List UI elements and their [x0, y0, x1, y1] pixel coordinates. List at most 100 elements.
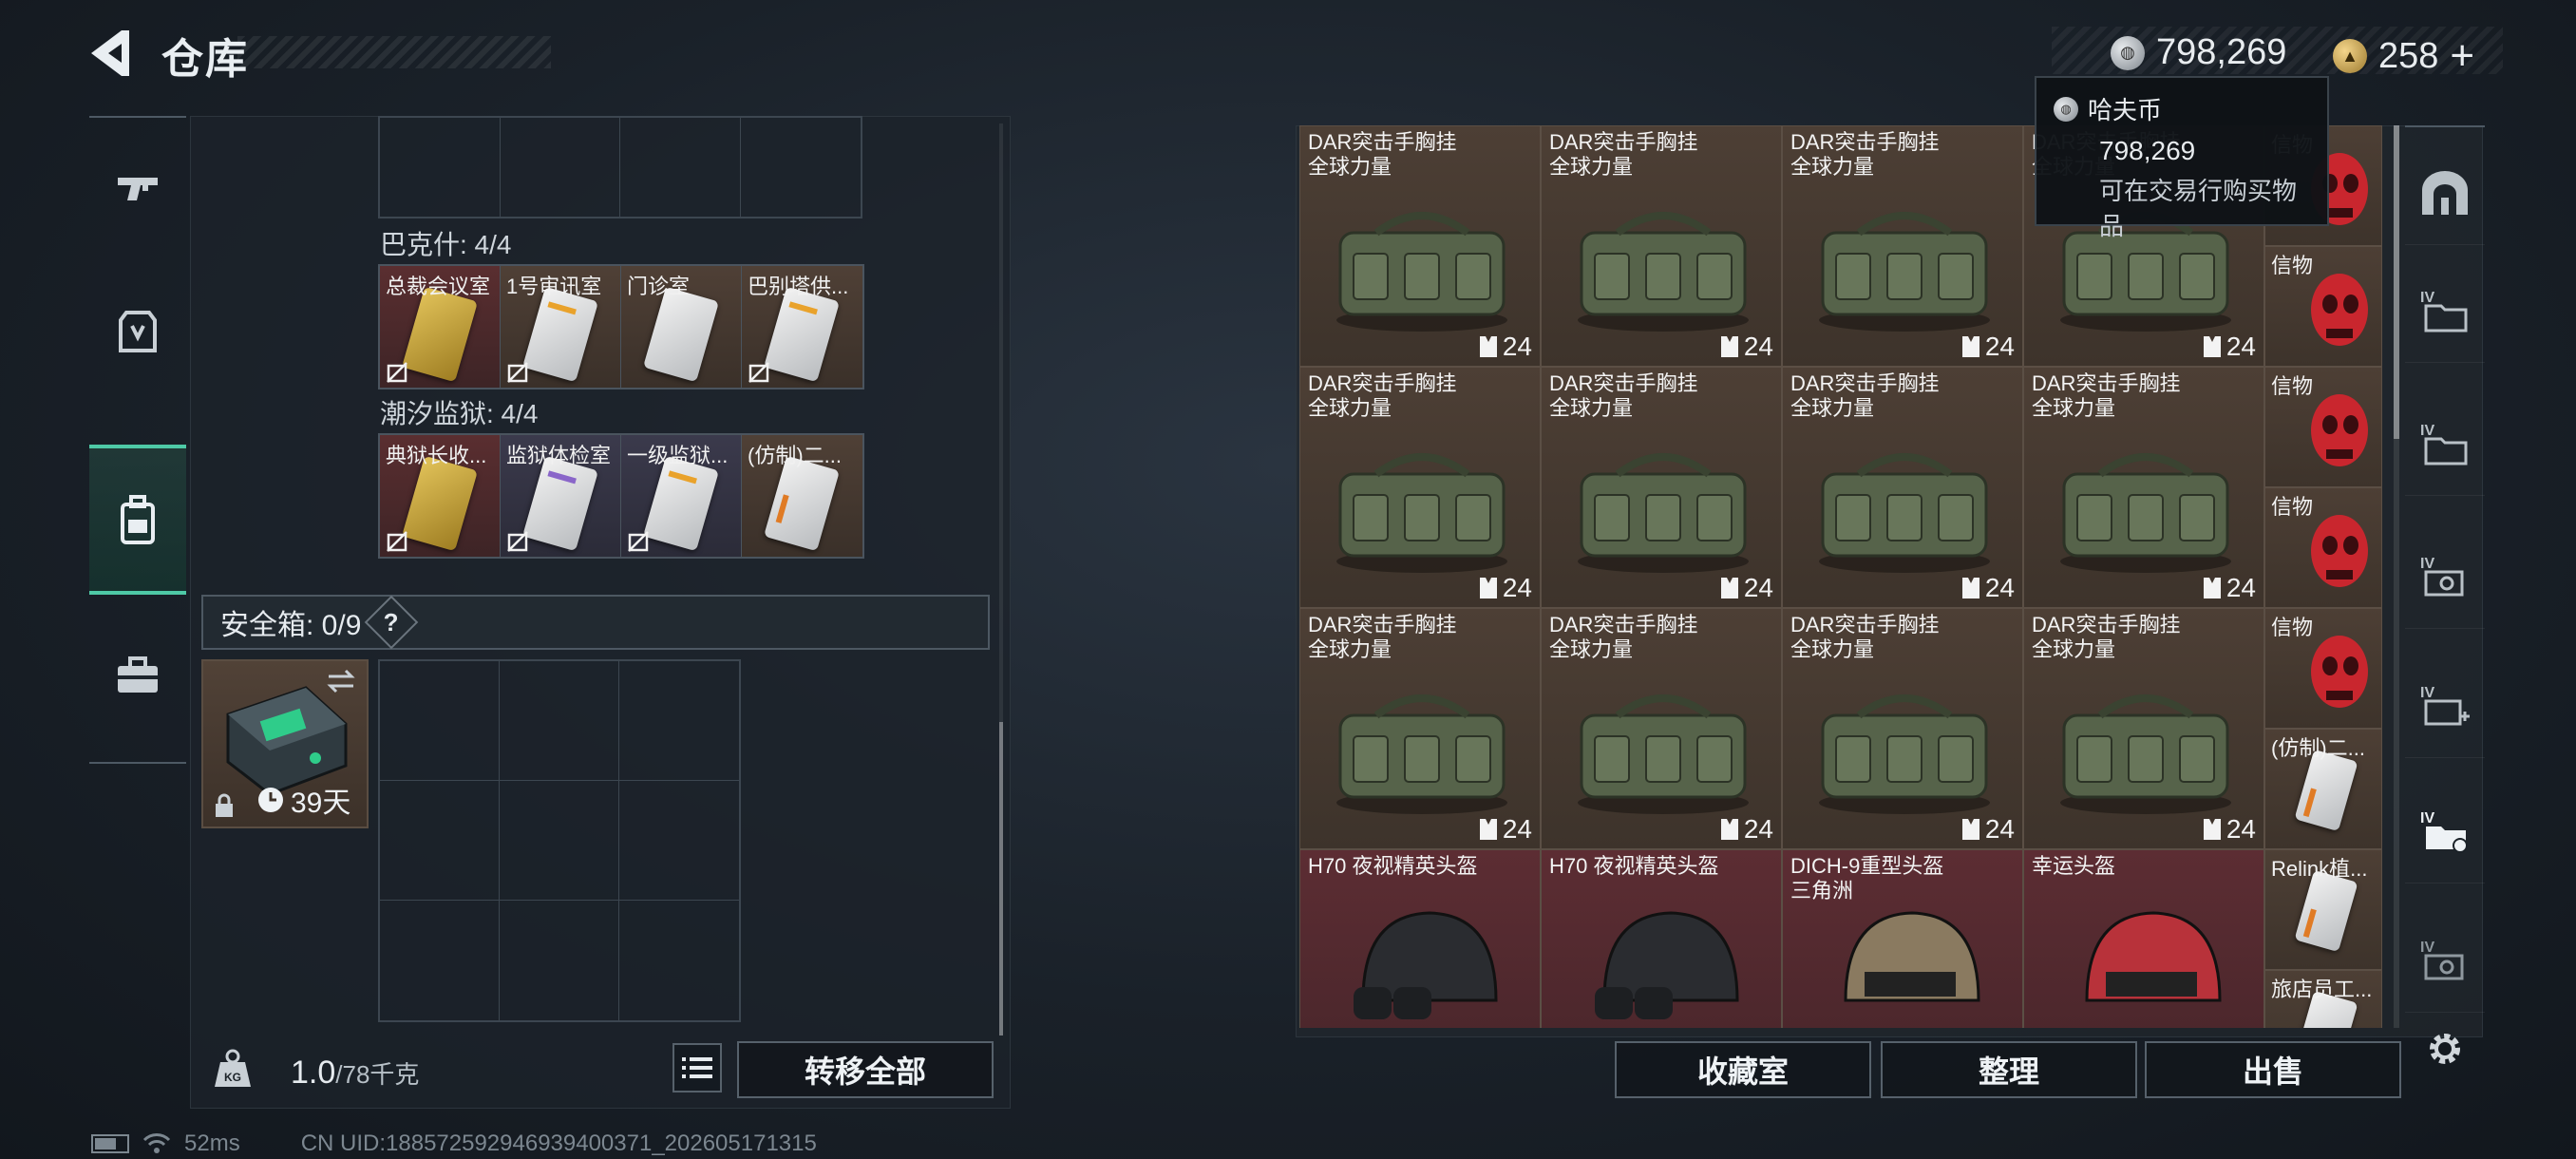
item-name: DAR突击手胸挂全球力量: [1549, 613, 1698, 661]
sell-button[interactable]: 出售: [2145, 1041, 2401, 1098]
keycard-icon: [763, 455, 841, 552]
rnav-storage-1[interactable]: IV: [2405, 258, 2485, 363]
chest-rig-item[interactable]: DAR突击手胸挂全球力量 24: [2023, 367, 2264, 608]
gold-value: 258: [2378, 35, 2439, 76]
chest-rig-item[interactable]: DAR突击手胸挂全球力量 24: [2023, 608, 2264, 849]
item-name: Relink植...: [2271, 857, 2368, 881]
item-name: DAR突击手胸挂全球力量: [1549, 371, 1698, 420]
hafu-currency[interactable]: ◍ 798,269: [2111, 32, 2286, 73]
keycard-name: 典狱长收...: [386, 444, 487, 467]
tooltip-title: 哈夫币: [2088, 96, 2163, 124]
rnav-search[interactable]: IV: [2405, 524, 2485, 629]
help-icon[interactable]: ?: [365, 595, 419, 650]
vest-icon: [2203, 578, 2221, 598]
svg-text:IV: IV: [2420, 810, 2434, 826]
transfer-all-button[interactable]: 转移全部: [737, 1041, 994, 1098]
chest-rig-item[interactable]: DAR突击手胸挂全球力量 24: [1299, 125, 1541, 367]
skull-mask-icon: [2311, 274, 2368, 346]
item-name: DAR突击手胸挂全球力量: [1308, 371, 1457, 420]
swap-icon[interactable]: [325, 667, 357, 695]
vest-icon: [1720, 578, 1738, 598]
keycard-item[interactable]: Relink植...: [2264, 849, 2382, 970]
rnav-armory[interactable]: [2405, 141, 2485, 245]
bag-icon: [1578, 453, 1749, 573]
keycard-item[interactable]: 一级监狱...: [621, 435, 742, 557]
chest-rig-item[interactable]: DAR突击手胸挂全球力量 24: [1782, 125, 2023, 367]
item-name: DAR突击手胸挂全球力量: [2032, 613, 2181, 661]
chest-rig-item[interactable]: DAR突击手胸挂全球力量 24: [1541, 125, 1782, 367]
bag-icon: [1819, 453, 1990, 573]
sort-button[interactable]: 整理: [1881, 1041, 2137, 1098]
rnav-add[interactable]: IV: [2405, 654, 2485, 758]
bag-icon: [1578, 694, 1749, 814]
item-name: DAR突击手胸挂全球力量: [1308, 130, 1457, 179]
token-item[interactable]: 信物: [2264, 367, 2382, 487]
item-capacity: 24: [2202, 573, 2256, 603]
keycard-item[interactable]: 总裁会议室: [380, 266, 501, 388]
bag-icon: [1336, 453, 1507, 573]
keycard-item[interactable]: 巴别塔供...: [742, 266, 862, 388]
vest-icon: [1720, 336, 1738, 357]
helmet-item[interactable]: DICH-9重型头盔 三角洲: [1782, 849, 2023, 1028]
keycard-name: 1号审讯室: [506, 275, 602, 298]
helmet-item[interactable]: H70 夜视精英头盔: [1541, 849, 1782, 1028]
keycard-item[interactable]: (仿制)二...: [2264, 729, 2382, 849]
back-button[interactable]: [84, 28, 141, 78]
vest-icon: [1961, 578, 1979, 598]
container-scroll-thumb[interactable]: [999, 722, 1003, 1036]
item-name: DAR突击手胸挂全球力量: [1790, 130, 1940, 179]
rnav-safe[interactable]: IV: [2405, 779, 2485, 884]
folder-iv-icon: IV: [2420, 423, 2468, 465]
token-item[interactable]: 信物: [2264, 487, 2382, 608]
keycard-item[interactable]: 门诊室: [621, 266, 742, 388]
keycard-item[interactable]: (仿制)二...: [742, 435, 862, 557]
keycard-item[interactable]: 典狱长收...: [380, 435, 501, 557]
token-item[interactable]: 信物: [2264, 608, 2382, 729]
bake-keys-row: 总裁会议室 1号审讯室 门诊室 巴别塔供...: [378, 264, 864, 390]
nav-case[interactable]: [89, 604, 186, 747]
chest-rig-item[interactable]: DAR突击手胸挂全球力量 24: [1782, 367, 2023, 608]
keycard-name: 门诊室: [627, 275, 691, 298]
gold-currency[interactable]: ▲ 258 +: [2333, 32, 2474, 80]
hafu-coin-icon: ◍: [2111, 35, 2145, 70]
item-name: 信物: [2271, 495, 2314, 519]
keycard-item[interactable]: 监狱体检室: [501, 435, 621, 557]
rnav-storage-2[interactable]: IV: [2405, 391, 2485, 496]
keycard-icon: [763, 286, 841, 383]
item-name: DAR突击手胸挂全球力量: [1790, 613, 1940, 661]
safebox-item[interactable]: 39天: [201, 659, 369, 828]
item-capacity: 24: [1478, 814, 1532, 845]
chest-rig-item[interactable]: DAR突击手胸挂全球力量 24: [1541, 608, 1782, 849]
keycard-item[interactable]: 1号审讯室: [501, 266, 621, 388]
category-nav: [89, 116, 186, 764]
item-capacity: 24: [1719, 814, 1773, 845]
chest-rig-item[interactable]: DAR突击手胸挂全球力量 24: [1782, 608, 2023, 849]
item-capacity: 24: [1478, 573, 1532, 603]
list-view-button[interactable]: [672, 1043, 722, 1092]
no-insure-icon: [387, 531, 407, 552]
item-name: DAR突击手胸挂全球力量: [1308, 613, 1457, 661]
vest-icon: [1479, 578, 1497, 598]
item-name: 幸运头盔: [2032, 854, 2116, 878]
chest-rig-item[interactable]: DAR突击手胸挂全球力量 24: [1299, 367, 1541, 608]
chest-rig-item[interactable]: DAR突击手胸挂全球力量 24: [1541, 367, 1782, 608]
warehouse-grid: DAR突击手胸挂 全球力量 24 DAR突击手胸挂 全球力量 24 DAR突击手胸挂 全球力量…: [1299, 125, 2386, 1028]
item-capacity: 24: [1960, 332, 2015, 362]
chest-rig-item[interactable]: DAR突击手胸挂全球力量 24: [1299, 608, 1541, 849]
add-currency-button[interactable]: +: [2450, 32, 2474, 80]
token-item[interactable]: 信物: [2264, 246, 2382, 367]
skull-mask-icon: [2311, 394, 2368, 466]
wifi-icon: [142, 1133, 171, 1153]
title-decoration: [237, 36, 551, 68]
warehouse-scroll-thumb[interactable]: [2394, 125, 2399, 439]
helmet-item[interactable]: H70 夜视精英头盔: [1299, 849, 1541, 1028]
collection-room-button[interactable]: 收藏室: [1615, 1041, 1871, 1098]
keycard-item[interactable]: 旅店员工...: [2264, 970, 2382, 1028]
nav-weapons[interactable]: [89, 118, 186, 260]
nav-armor[interactable]: [89, 260, 186, 403]
backpack-icon: [121, 495, 155, 544]
helmet-item[interactable]: 幸运头盔: [2023, 849, 2264, 1028]
settings-button[interactable]: [2424, 1028, 2466, 1070]
rnav-more[interactable]: IV: [2405, 908, 2485, 1013]
nav-backpack[interactable]: [89, 445, 186, 595]
